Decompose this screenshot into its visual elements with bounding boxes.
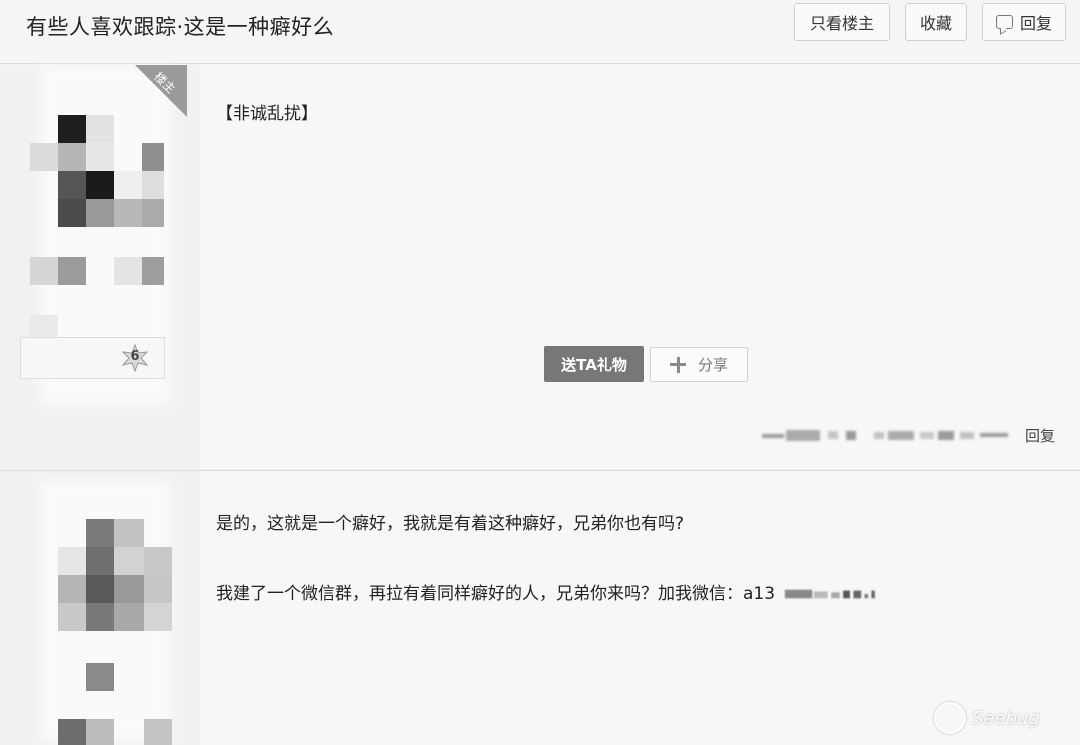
seebug-logo-icon (934, 702, 966, 734)
post-body: 【非诚乱扰】 (216, 104, 318, 124)
post-op: 楼主 6 【非诚乱扰】 送TA礼物 分享 回复 (0, 65, 1080, 469)
watermark: Seebug (934, 698, 1064, 738)
post-reply-link[interactable]: 回复 (1025, 425, 1055, 446)
thread-header: 有些人喜欢跟踪·这是一种癖好么 只看楼主 收藏 回复 (0, 0, 1080, 64)
comment-icon (995, 15, 1013, 29)
op-badge: 楼主 (135, 65, 187, 117)
favorite-button[interactable]: 收藏 (905, 3, 967, 41)
share-button[interactable]: 分享 (650, 347, 748, 382)
post-meta-redacted (762, 430, 1008, 441)
user-level-box: 6 (20, 337, 165, 379)
wechat-id-redacted (784, 589, 875, 599)
plus-icon (669, 356, 686, 373)
share-label: 分享 (697, 356, 728, 374)
thread-title: 有些人喜欢跟踪·这是一种癖好么 (26, 15, 335, 39)
reply-button-label: 回复 (1019, 14, 1052, 33)
watermark-text: Seebug (972, 707, 1040, 729)
post-body-text: 我建了一个微信群，再拉有着同样癖好的人，兄弟你来吗？加我微信：a13 (216, 584, 776, 604)
reply-button[interactable]: 回复 (982, 3, 1066, 41)
avatar[interactable] (30, 105, 170, 345)
author-panel (0, 471, 200, 745)
only-op-button[interactable]: 只看楼主 (794, 3, 890, 41)
post-body-line: 是的，这就是一个癖好，我就是有着这种癖好，兄弟你也有吗? (216, 514, 685, 534)
author-panel: 楼主 6 (0, 65, 200, 469)
level-badge: 6 (121, 343, 149, 373)
post-reply: 是的，这就是一个癖好，我就是有着这种癖好，兄弟你也有吗? 我建了一个微信群，再拉… (0, 470, 1080, 745)
avatar[interactable] (30, 491, 180, 745)
send-gift-button[interactable]: 送TA礼物 (544, 346, 644, 382)
level-number: 6 (130, 349, 140, 364)
post-body-line: 我建了一个微信群，再拉有着同样癖好的人，兄弟你来吗？加我微信：a13 (216, 579, 887, 604)
post-content: 【非诚乱扰】 送TA礼物 分享 回复 (200, 65, 1080, 469)
